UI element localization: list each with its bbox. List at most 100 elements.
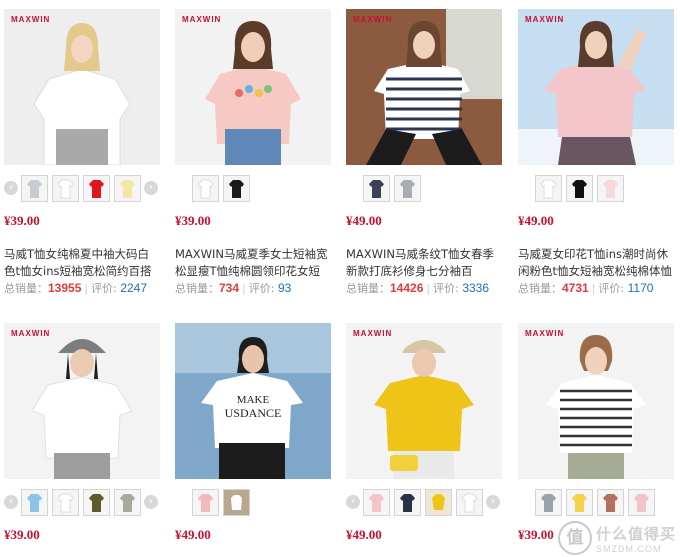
reviews-count[interactable]: 1170	[628, 281, 654, 295]
product-stats: 总销量：734 | 评价: 93	[175, 280, 291, 296]
color-thumb[interactable]	[192, 489, 219, 516]
product-title-line[interactable]: MAXWIN马威夏季女士短袖宽	[175, 246, 343, 263]
sales-label: 总销量：	[175, 282, 219, 295]
brand-logo: MAXWIN	[353, 15, 393, 24]
thumb-prev-arrow-icon[interactable]: ‹	[346, 495, 360, 509]
color-thumb[interactable]	[425, 489, 452, 516]
product-image	[4, 9, 160, 165]
product-title[interactable]: MAXWIN马威条纹T恤女春季 新款打底衫修身七分袖百	[346, 246, 514, 280]
reviews-count[interactable]: 3336	[462, 281, 489, 295]
color-thumb[interactable]	[535, 489, 562, 516]
reviews-label: 评价:	[248, 282, 275, 295]
color-thumb[interactable]	[597, 489, 624, 516]
color-thumb[interactable]	[566, 175, 593, 202]
product-image: MAKE USDANCE	[175, 323, 331, 479]
thumb-next-arrow-icon[interactable]: ›	[144, 181, 158, 195]
color-thumb[interactable]	[52, 175, 79, 202]
site-watermark: 值 什么值得买 SMZDM.COM	[557, 521, 676, 555]
product-title-line[interactable]: 色t恤女ins短袖宽松简约百搭	[4, 263, 172, 280]
divider: |	[242, 282, 246, 295]
color-thumb[interactable]	[114, 489, 141, 516]
brand-logo: MAXWIN	[11, 15, 51, 24]
color-thumb[interactable]	[566, 489, 593, 516]
product-title-line[interactable]: 马威T恤女纯棉夏中袖大码白	[4, 246, 172, 263]
product-photo[interactable]: MAXWIN	[518, 9, 674, 165]
product-photo[interactable]: MAXWIN	[346, 323, 502, 479]
color-swatches: ‹ ›	[4, 489, 160, 519]
color-swatches: ‹ ›	[4, 175, 160, 205]
product-photo[interactable]: MAXWIN	[175, 9, 331, 165]
product-price: ¥39.00	[4, 213, 40, 228]
watermark-en: SMZDM.COM	[595, 543, 662, 554]
color-thumb[interactable]	[192, 175, 219, 202]
shirt-print-text: USDANCE	[225, 406, 282, 420]
color-swatches	[175, 175, 331, 205]
product-title-line[interactable]: 马威夏女印花T恤ins潮时尚休	[518, 246, 680, 263]
color-thumb[interactable]	[21, 489, 48, 516]
color-thumb[interactable]	[628, 489, 655, 516]
thumb-next-arrow-icon[interactable]: ›	[144, 495, 158, 509]
product-photo[interactable]: MAXWIN	[4, 9, 160, 165]
color-swatches: ‹ ›	[346, 489, 502, 519]
product-price: ¥49.00	[346, 527, 382, 542]
color-swatches	[518, 489, 674, 519]
divider: |	[426, 282, 431, 295]
reviews-count[interactable]: 93	[278, 281, 291, 295]
product-image	[346, 323, 502, 479]
color-thumb[interactable]	[363, 175, 390, 202]
product-title-line[interactable]: 松显瘦T恤纯棉圆领印花女短	[175, 263, 343, 280]
product-stats: 总销量：4731 | 评价: 1170	[518, 280, 653, 296]
color-thumb[interactable]	[597, 175, 624, 202]
brand-logo: MAXWIN	[525, 329, 565, 338]
sales-label: 总销量：	[518, 282, 562, 295]
product-title-line[interactable]: MAXWIN马威条纹T恤女春季	[346, 246, 514, 263]
reviews-label: 评价:	[91, 282, 117, 295]
color-thumb[interactable]	[52, 489, 79, 516]
color-swatches	[518, 175, 674, 205]
product-price: ¥49.00	[346, 213, 382, 228]
color-thumb[interactable]	[223, 175, 250, 202]
color-thumb[interactable]	[394, 175, 421, 202]
product-photo[interactable]: MAXWIN	[518, 323, 674, 479]
color-thumb[interactable]	[83, 489, 110, 516]
sales-count: 13955	[48, 281, 82, 295]
color-swatches	[175, 489, 331, 519]
color-thumb[interactable]	[21, 175, 48, 202]
color-thumb[interactable]	[394, 489, 421, 516]
sales-count: 734	[219, 281, 240, 295]
color-thumb[interactable]	[114, 175, 141, 202]
thumb-next-arrow-icon[interactable]: ›	[486, 495, 500, 509]
product-price: ¥49.00	[518, 213, 554, 228]
product-image	[518, 323, 674, 479]
shirt-print-text: MAKE	[237, 394, 270, 406]
color-thumb[interactable]	[535, 175, 562, 202]
watermark-logo-icon: 值	[557, 521, 592, 555]
thumb-prev-arrow-icon[interactable]: ‹	[4, 181, 18, 195]
brand-logo: MAXWIN	[11, 329, 51, 338]
product-price: ¥39.00	[518, 527, 554, 542]
color-swatches	[346, 175, 502, 205]
product-title-line[interactable]: 闲粉色t恤女短袖宽松纯棉体恤	[518, 263, 680, 280]
watermark-cn: 什么值得买	[595, 524, 676, 543]
product-price: ¥39.00	[175, 213, 211, 228]
product-photo[interactable]: MAXWIN	[4, 323, 160, 479]
product-photo[interactable]: MAKE USDANCE	[175, 323, 331, 479]
color-thumb[interactable]	[83, 175, 110, 202]
reviews-count[interactable]: 2247	[120, 281, 147, 295]
sales-count: 14426	[390, 281, 424, 295]
product-title[interactable]: 马威T恤女纯棉夏中袖大码白 色t恤女ins短袖宽松简约百搭	[4, 246, 172, 280]
product-photo[interactable]: MAXWIN	[346, 9, 502, 165]
reviews-label: 评价:	[433, 282, 459, 295]
product-image	[518, 9, 674, 165]
sales-label: 总销量：	[346, 282, 390, 295]
brand-logo: MAXWIN	[525, 15, 565, 24]
product-title-line[interactable]: 新款打底衫修身七分袖百	[346, 263, 514, 280]
color-thumb[interactable]	[363, 489, 390, 516]
sales-label: 总销量：	[4, 282, 48, 295]
product-title[interactable]: MAXWIN马威夏季女士短袖宽 松显瘦T恤纯棉圆领印花女短	[175, 246, 343, 280]
product-title[interactable]: 马威夏女印花T恤ins潮时尚休 闲粉色t恤女短袖宽松纯棉体恤	[518, 246, 680, 280]
reviews-label: 评价:	[598, 282, 625, 295]
color-thumb[interactable]	[456, 489, 483, 516]
thumb-prev-arrow-icon[interactable]: ‹	[4, 495, 18, 509]
color-thumb[interactable]	[223, 489, 250, 516]
